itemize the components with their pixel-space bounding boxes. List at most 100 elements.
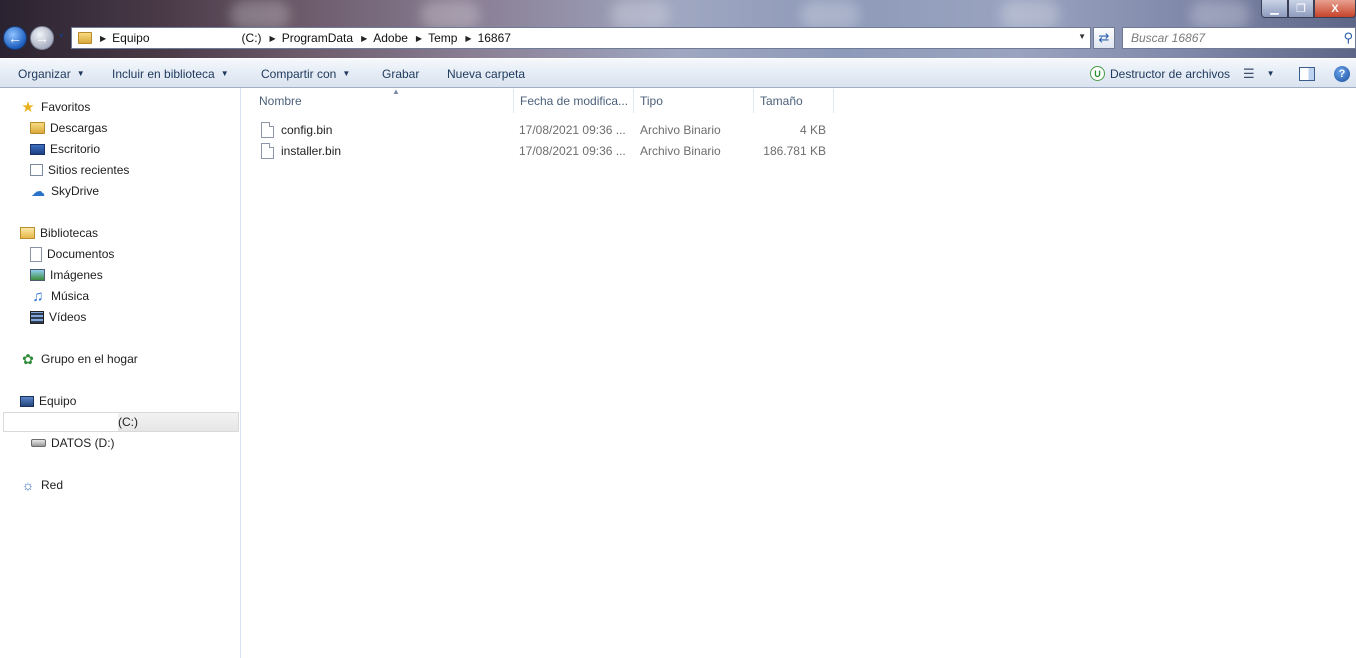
file-row[interactable]: installer.bin 17/08/2021 09:36 ... Archi… [257,140,837,161]
recent-places-icon [30,164,43,176]
redacted-region [149,29,242,47]
minimize-button[interactable]: ▁ [1261,0,1288,18]
forward-arrow-icon[interactable]: → [30,26,54,50]
background-blur [800,0,860,30]
breadcrumb-separator-icon[interactable]: ▶ [416,34,422,43]
new-folder-button[interactable]: Nueva carpeta [447,59,525,88]
breadcrumb-adobe[interactable]: Adobe [373,31,408,45]
file-size: 186.781 KB [763,143,826,158]
back-arrow-icon[interactable]: ← [3,26,27,50]
nav-label: Favoritos [41,100,91,114]
column-label: Tamaño [760,94,803,108]
change-view-button[interactable]: ☰ ▼ [1243,59,1275,88]
nav-pictures[interactable]: Imágenes [30,265,103,285]
homegroup-icon: ✿ [22,350,34,367]
nav-skydrive[interactable]: ☁ SkyDrive [30,181,99,201]
chevron-down-icon: ▼ [342,69,351,78]
nav-drive-d[interactable]: DATOS (D:) [30,433,115,453]
column-header-date[interactable]: Fecha de modifica... [514,89,634,113]
address-dropdown-icon[interactable]: ▼ [1078,32,1086,41]
folder-icon [78,32,92,44]
nav-network[interactable]: ☼ Red [20,475,63,495]
help-button[interactable]: ? [1334,59,1350,88]
nav-documents[interactable]: Documentos [30,244,114,264]
preview-pane-button[interactable] [1299,59,1315,88]
film-icon [30,310,44,324]
command-toolbar: Organizar ▼ Incluir en biblioteca ▼ Comp… [0,58,1356,88]
nav-libraries[interactable]: Bibliotecas [20,223,98,243]
refresh-icon[interactable]: ⇄ [1093,27,1115,49]
details-view-icon: ☰ [1243,65,1255,81]
nav-computer[interactable]: Equipo [20,391,76,411]
chevron-down-icon: ▼ [220,69,229,78]
breadcrumb-programdata[interactable]: ProgramData [282,31,353,45]
column-header-size[interactable]: Tamaño [754,89,834,113]
file-icon [261,142,274,159]
include-library-button[interactable]: Incluir en biblioteca ▼ [112,59,229,88]
music-note-icon: ♫ [32,287,44,305]
nav-label: Grupo en el hogar [41,352,138,366]
column-header-type[interactable]: Tipo [634,89,754,113]
preview-pane-icon [1299,66,1315,81]
redacted-region [4,413,118,431]
nav-videos[interactable]: Vídeos [30,307,86,327]
file-type: Archivo Binario [640,122,721,137]
breadcrumb-separator-icon[interactable]: ▶ [465,34,471,43]
nav-label: Escritorio [50,142,101,156]
breadcrumb-separator-icon[interactable]: ▶ [361,34,367,43]
nav-label: Imágenes [50,268,103,282]
background-blur [230,0,290,30]
file-row[interactable]: config.bin 17/08/2021 09:36 ... Archivo … [257,119,837,140]
column-header-name[interactable]: Nombre ▲ [253,87,514,113]
nav-label: Equipo [39,394,77,408]
maximize-button[interactable]: ❐ [1288,0,1314,18]
file-name: installer.bin [281,143,342,158]
breadcrumb-drive[interactable]: (C:) [242,31,262,45]
nav-label: Documentos [47,247,115,261]
nav-homegroup[interactable]: ✿ Grupo en el hogar [20,349,138,369]
recent-pages-dropdown-icon[interactable]: ▼ [58,33,65,40]
nav-drive-c[interactable]: (C:) [3,412,239,432]
navigation-pane: ★ Favoritos Descargas Escritorio Sitios … [0,88,241,658]
organize-button[interactable]: Organizar ▼ [18,59,85,88]
breadcrumb-separator-icon[interactable]: ▶ [270,34,276,43]
share-with-label: Compartir con [261,66,337,81]
background-blur [610,0,670,30]
search-input[interactable] [1131,31,1331,45]
chevron-down-icon: ▼ [1266,69,1275,78]
star-icon: ★ [21,99,35,116]
share-with-button[interactable]: Compartir con ▼ [261,59,350,88]
shredder-label: Destructor de archivos [1110,66,1231,81]
desktop-icon [30,143,45,155]
document-icon [30,246,42,262]
nav-label: Música [51,289,90,303]
libraries-icon [20,227,35,239]
nav-favorites[interactable]: ★ Favoritos [20,97,90,117]
nav-recent-places[interactable]: Sitios recientes [30,160,129,180]
nav-desktop[interactable]: Escritorio [30,139,100,159]
file-size: 4 KB [799,122,826,137]
close-button[interactable]: X [1314,0,1356,18]
nav-label: Red [41,478,64,492]
background-blur [1000,0,1060,30]
address-bar[interactable]: ▶ Equipo (C:) ▶ ProgramData ▶ Adobe ▶ Te… [71,27,1091,49]
breadcrumb-computer[interactable]: Equipo [112,31,149,45]
breadcrumb-temp[interactable]: Temp [428,31,457,45]
breadcrumb-current-folder[interactable]: 16867 [478,31,511,45]
window-titlebar: ▁ ❐ X ← → ▼ ▶ Equipo (C:) ▶ ProgramData … [0,0,1356,58]
shredder-button[interactable]: U Destructor de archivos [1090,59,1230,88]
file-list: Nombre ▲ Fecha de modifica... Tipo Tamañ… [241,87,1356,658]
file-icon [261,121,274,138]
shredder-icon: U [1090,66,1105,81]
network-icon: ☼ [21,477,35,493]
nav-music[interactable]: ♫ Música [30,286,89,306]
downloads-folder-icon [30,122,45,134]
search-box[interactable]: ⚲ [1122,27,1356,49]
burn-button[interactable]: Grabar [382,59,419,88]
nav-label: Vídeos [49,310,87,324]
nav-label: Bibliotecas [40,226,99,240]
hard-drive-icon [30,435,46,451]
breadcrumb-separator-icon[interactable]: ▶ [100,34,106,43]
nav-downloads[interactable]: Descargas [30,118,107,138]
search-icon[interactable]: ⚲ [1343,30,1353,46]
